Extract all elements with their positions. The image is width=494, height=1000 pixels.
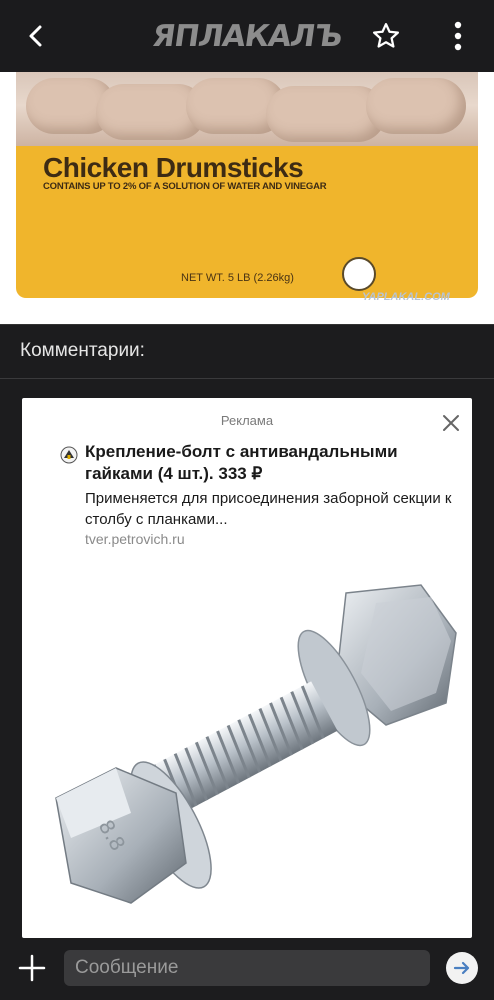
product-subtitle: CONTAINS UP TO 2% OF A SOLUTION OF WATER… bbox=[43, 181, 327, 192]
message-composer bbox=[0, 938, 494, 1000]
ad-label: Реклама bbox=[220, 413, 274, 428]
site-logo[interactable]: ЯПЛАКАЛЪ bbox=[139, 14, 355, 58]
plus-icon bbox=[18, 954, 46, 982]
ad-close-button[interactable] bbox=[440, 412, 462, 434]
more-vertical-icon bbox=[454, 21, 462, 51]
net-weight: NET WT. 5 LB (2.26kg) bbox=[181, 272, 294, 284]
divider bbox=[0, 324, 494, 325]
favorite-button[interactable] bbox=[364, 14, 408, 58]
ad-image[interactable]: 8.8 bbox=[36, 563, 461, 938]
star-icon bbox=[373, 23, 399, 48]
bolt-head: 8.8 bbox=[55, 767, 187, 904]
more-menu-button[interactable] bbox=[436, 14, 480, 58]
advertiser-logo-icon bbox=[60, 446, 78, 464]
back-button[interactable] bbox=[14, 14, 58, 58]
top-bar: ЯПЛАКАЛЪ bbox=[0, 0, 494, 72]
send-button[interactable] bbox=[446, 952, 478, 984]
product-title: Chicken Drumsticks bbox=[43, 152, 304, 183]
comments-heading: Комментарии: bbox=[20, 340, 145, 361]
divider bbox=[0, 378, 494, 379]
post-image[interactable]: Chicken Drumsticks CONTAINS UP TO 2% OF … bbox=[0, 72, 494, 324]
ad-description[interactable]: Применяется для присоединения заборной с… bbox=[85, 488, 460, 530]
fine-print: ​ bbox=[378, 272, 458, 277]
ad-domain[interactable]: tver.petrovich.ru bbox=[85, 531, 185, 547]
ad-card[interactable]: Реклама Крепление-болт с антивандальными… bbox=[22, 398, 472, 938]
drumsticks-window bbox=[16, 72, 478, 146]
watermark: YAPLAKAL.COM bbox=[362, 291, 450, 303]
inspection-seal-icon bbox=[342, 257, 376, 291]
attach-button[interactable] bbox=[14, 950, 50, 986]
send-arrow-icon bbox=[453, 961, 470, 975]
chevron-left-icon bbox=[29, 25, 42, 47]
ad-title[interactable]: Крепление-болт с антивандальными гайками… bbox=[85, 441, 460, 485]
message-input[interactable] bbox=[64, 950, 430, 986]
close-icon bbox=[443, 415, 459, 431]
